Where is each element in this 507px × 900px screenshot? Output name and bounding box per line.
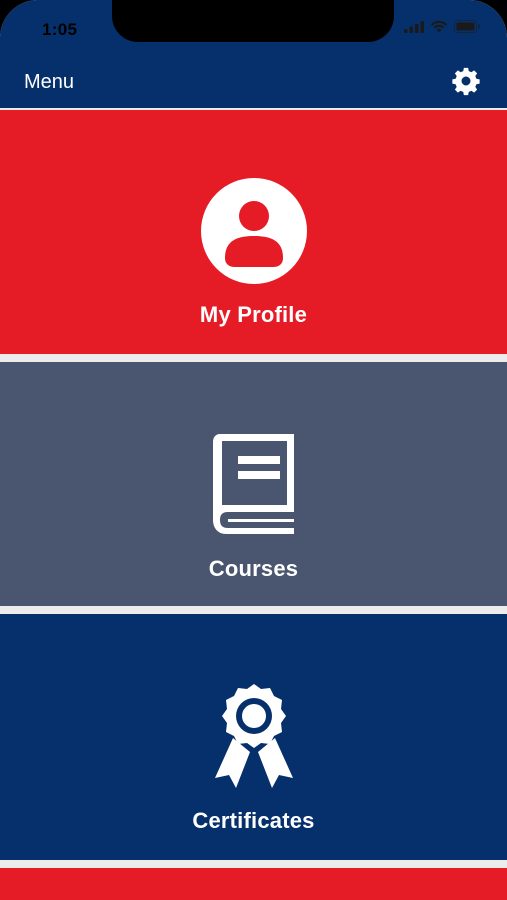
my-profile-tile[interactable]: My Profile (0, 110, 507, 354)
cellular-signal-icon (404, 20, 424, 33)
courses-label: Courses (208, 556, 299, 581)
courses-tile[interactable]: Courses (0, 362, 507, 606)
nav-title: Menu (24, 71, 75, 93)
profile-icon-wrap (0, 178, 507, 289)
courses-icon-wrap (0, 428, 507, 545)
status-icons (404, 20, 481, 33)
battery-icon (454, 20, 481, 33)
device-notch (112, 0, 394, 42)
certificates-label-wrap: Certificates (0, 808, 507, 834)
top-bar: 1:05 Menu (0, 0, 507, 108)
status-time: 1:05 (42, 20, 78, 39)
certificates-tile[interactable]: Certificates (0, 614, 507, 860)
award-ribbon-icon (209, 682, 299, 799)
my-profile-label: My Profile (199, 302, 308, 327)
courses-label-wrap: Courses (0, 556, 507, 582)
gear-icon (451, 66, 481, 101)
profile-label-wrap: My Profile (0, 302, 507, 328)
wifi-icon (430, 20, 448, 33)
certificates-label: Certificates (192, 808, 315, 833)
user-avatar-icon (200, 178, 307, 289)
book-icon (206, 428, 302, 545)
app-screen: 1:05 Menu My Profile Courses Certificate… (0, 0, 507, 900)
certificates-icon-wrap (0, 682, 507, 799)
next-menu-tile[interactable] (0, 868, 507, 900)
settings-button[interactable] (450, 67, 482, 99)
